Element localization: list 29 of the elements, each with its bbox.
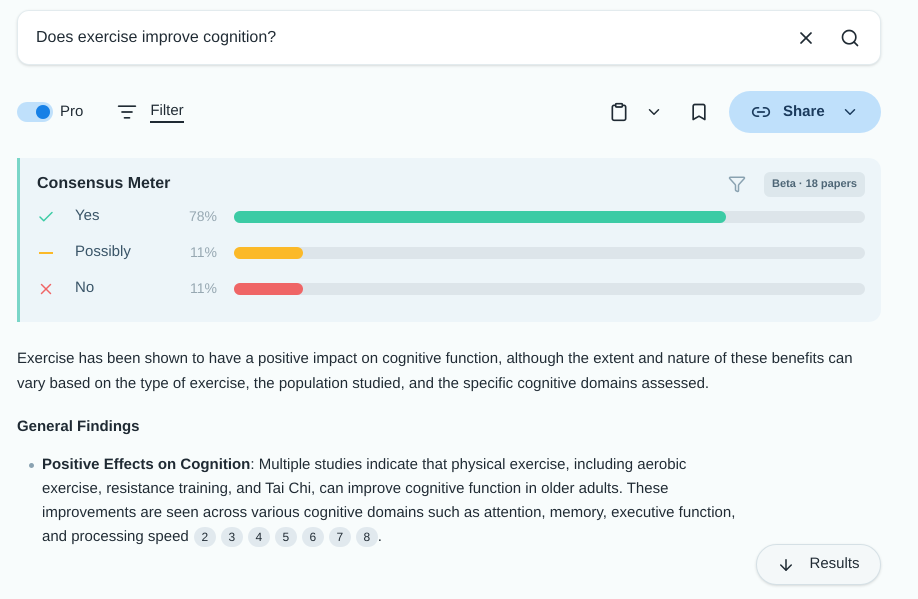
- answer-label: No: [75, 278, 96, 298]
- share-button[interactable]: Share: [729, 91, 881, 133]
- dash-icon: [39, 252, 53, 254]
- beta-badge: Beta · 18 papers: [764, 172, 865, 196]
- consensus-title: Consensus Meter: [37, 174, 170, 194]
- filter-button[interactable]: Filter: [150, 101, 184, 123]
- answer-label: Possibly: [75, 242, 132, 262]
- finding-paragraph: Positive Effects on Cognition: Multiple studies indicate that physical exercise, including aerobic exercise, resistance training, and Tai Chi, can improve cognitive function in older adults. These improvements are seen across various cognitive domains such as attention, memory, executive function, and processing speed 2 3 4 5 6 7 8 .: [42, 452, 742, 548]
- search-input[interactable]: Does exercise improve cognition?: [36, 26, 796, 50]
- clipboard-icon[interactable]: [609, 102, 629, 122]
- bullet-icon: [29, 462, 34, 468]
- pro-toggle[interactable]: [17, 102, 53, 122]
- section-heading: General Findings: [17, 417, 141, 437]
- citation-link[interactable]: 5: [274, 526, 297, 547]
- search-icon[interactable]: [840, 28, 860, 48]
- answer-percent: 11%: [189, 279, 217, 298]
- citation-link[interactable]: 3: [220, 526, 243, 547]
- answer-percent: 78%: [188, 207, 217, 226]
- answer-label: Yes: [75, 206, 100, 226]
- search-field[interactable]: Does exercise improve cognition?: [17, 10, 881, 65]
- pro-label: Pro: [60, 102, 84, 122]
- results-button[interactable]: Results: [756, 544, 881, 585]
- summary-paragraph: Exercise has been shown to have a positive impact on cognitive function, although the extent and nature of these benefits can vary based on the type of exercise, the population studied, and the specific cognitive domains assessed.: [17, 349, 854, 394]
- answer-percent: 11%: [189, 243, 217, 262]
- citation-link[interactable]: 8: [356, 526, 378, 547]
- citation-link[interactable]: 7: [328, 526, 351, 547]
- citation-link[interactable]: 4: [248, 526, 270, 547]
- citation-link[interactable]: 2: [194, 526, 216, 547]
- citation-link[interactable]: 6: [302, 526, 324, 547]
